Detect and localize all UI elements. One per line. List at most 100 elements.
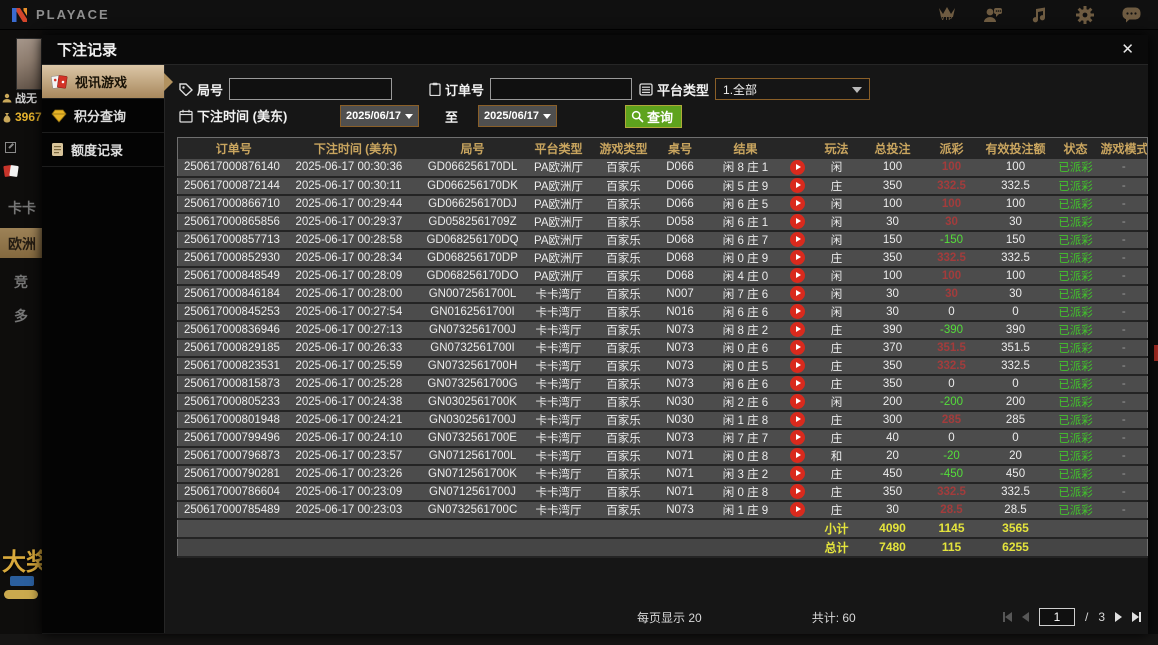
- table-row: 250617000846184 2025-06-17 00:28:00 GN00…: [177, 284, 1148, 304]
- table-row: 250617000845253 2025-06-17 00:27:54 GN01…: [177, 302, 1148, 322]
- cell-payout: 0: [922, 374, 981, 394]
- cell-order-number: 250617000796873: [177, 446, 290, 466]
- cell-round-number: GD066256170DK: [421, 176, 524, 196]
- replay-play-icon[interactable]: [790, 286, 805, 301]
- replay-play-icon[interactable]: [790, 322, 805, 337]
- cell-valid-bet: 390: [980, 320, 1051, 340]
- replay-play-icon[interactable]: [790, 340, 805, 355]
- music-icon[interactable]: [1028, 4, 1050, 26]
- replay-play-icon[interactable]: [790, 484, 805, 499]
- platform-type-label: 平台类型: [657, 82, 710, 98]
- close-icon[interactable]: ✕: [1121, 42, 1134, 57]
- replay-play-icon[interactable]: [790, 430, 805, 445]
- background-accent: [1154, 345, 1158, 361]
- cell-game-type: 百家乐: [593, 212, 654, 232]
- cell-table-number: N073: [653, 428, 707, 448]
- replay-play-icon[interactable]: [790, 232, 805, 247]
- sidebar-item-quota-records[interactable]: 额度记录: [42, 133, 164, 167]
- date-to-label: 至: [445, 110, 459, 125]
- replay-play-icon[interactable]: [790, 214, 805, 229]
- sidebar-item-video-games[interactable]: 视讯游戏: [42, 65, 173, 99]
- replay-play-icon[interactable]: [790, 376, 805, 391]
- first-page-button[interactable]: [1002, 612, 1012, 622]
- cell-game-type: 百家乐: [593, 266, 654, 286]
- replay-play-icon[interactable]: [790, 466, 805, 481]
- page-number-input[interactable]: [1038, 608, 1075, 626]
- platform-type-select[interactable]: 1.全部: [715, 78, 871, 100]
- replay-play-icon[interactable]: [790, 196, 805, 211]
- cell-payout: 30: [922, 284, 981, 304]
- cell-total-bet: 370: [862, 338, 923, 358]
- replay-play-icon[interactable]: [790, 250, 805, 265]
- cell-play-type: 闲: [810, 266, 863, 286]
- avatar: [16, 38, 42, 90]
- order-number-input[interactable]: [490, 78, 633, 100]
- cell-status: 已派彩: [1050, 482, 1101, 502]
- replay-play-icon[interactable]: [790, 358, 805, 373]
- money-bag-icon: [3, 112, 11, 122]
- last-page-button[interactable]: [1132, 612, 1141, 622]
- replay-play-icon[interactable]: [790, 394, 805, 409]
- cell-valid-bet: 200: [980, 392, 1051, 412]
- cell-order-number: 250617000872144: [177, 176, 290, 196]
- vip-icon[interactable]: VIP: [936, 4, 958, 26]
- cell-status: 已派彩: [1050, 356, 1101, 376]
- cell-game-mode: -: [1100, 500, 1148, 520]
- cell-round-number: GN0712561700J: [421, 482, 524, 502]
- chat-icon[interactable]: [1120, 4, 1142, 26]
- cell-result: 闲 6 庄 5: [706, 194, 785, 214]
- next-page-button[interactable]: [1115, 612, 1122, 622]
- cell-round-number: GN0732561700G: [421, 374, 524, 394]
- cell-valid-bet: 332.5: [980, 176, 1051, 196]
- search-button[interactable]: 查询: [625, 105, 683, 128]
- cell-round-number: GD068256170DP: [421, 248, 524, 268]
- cell-game-type: 百家乐: [593, 464, 654, 484]
- table-row: 250617000848549 2025-06-17 00:28:09 GD06…: [177, 266, 1148, 286]
- date-to-picker[interactable]: 2025/06/17: [478, 105, 557, 127]
- previous-page-button[interactable]: [1021, 612, 1029, 622]
- replay-play-icon[interactable]: [790, 502, 805, 517]
- replay-play-icon[interactable]: [790, 268, 805, 283]
- customer-service-icon[interactable]: [982, 4, 1004, 26]
- cell-table-number: D068: [653, 230, 707, 250]
- replay-play-icon[interactable]: [790, 412, 805, 427]
- cell-replay: [784, 302, 811, 322]
- date-from-picker[interactable]: 2025/06/17: [340, 105, 419, 127]
- cell-play-type: 庄: [810, 248, 863, 268]
- cell-play-type: 庄: [810, 356, 863, 376]
- col-header-order: 订单号: [177, 137, 290, 159]
- cell-payout: 332.5: [922, 248, 981, 268]
- cell-table-number: N071: [653, 482, 707, 502]
- table-row: 250617000865856 2025-06-17 00:29:37 GD05…: [177, 212, 1148, 232]
- replay-play-icon[interactable]: [790, 159, 805, 175]
- replay-play-icon[interactable]: [790, 448, 805, 463]
- cell-game-mode: -: [1100, 194, 1148, 214]
- cell-status: 已派彩: [1050, 338, 1101, 358]
- cell-round-number: GN0732561700J: [421, 320, 524, 340]
- round-number-input[interactable]: [229, 78, 393, 100]
- replay-play-icon[interactable]: [790, 178, 805, 193]
- cell-replay: [784, 266, 811, 286]
- cell-platform: 卡卡湾厅: [523, 410, 594, 430]
- cell-status: 已派彩: [1050, 266, 1101, 286]
- background-promo-pill: [4, 590, 38, 599]
- cell-bet-time: 2025-06-17 00:24:10: [289, 428, 422, 448]
- cell-game-mode: -: [1100, 410, 1148, 430]
- cell-game-type: 百家乐: [593, 428, 654, 448]
- brand-logo[interactable]: PLAYACE: [0, 6, 110, 24]
- cell-platform: PA欧洲厅: [523, 212, 594, 232]
- cell-payout: 285: [922, 410, 981, 430]
- settings-gear-icon[interactable]: [1074, 4, 1096, 26]
- cell-play-type: 庄: [810, 374, 863, 394]
- cell-table-number: N073: [653, 356, 707, 376]
- sidebar-item-points-query[interactable]: 积分查询: [42, 99, 164, 133]
- cell-play-type: 庄: [810, 338, 863, 358]
- table-row: 250617000876140 2025-06-17 00:30:36 GD06…: [177, 158, 1148, 178]
- cell-table-number: N030: [653, 410, 707, 430]
- replay-play-icon[interactable]: [790, 304, 805, 319]
- tag-icon: [179, 82, 193, 96]
- cell-order-number: 250617000857713: [177, 230, 290, 250]
- cell-platform: 卡卡湾厅: [523, 500, 594, 520]
- cell-table-number: D066: [653, 158, 707, 178]
- cell-payout: 28.5: [922, 500, 981, 520]
